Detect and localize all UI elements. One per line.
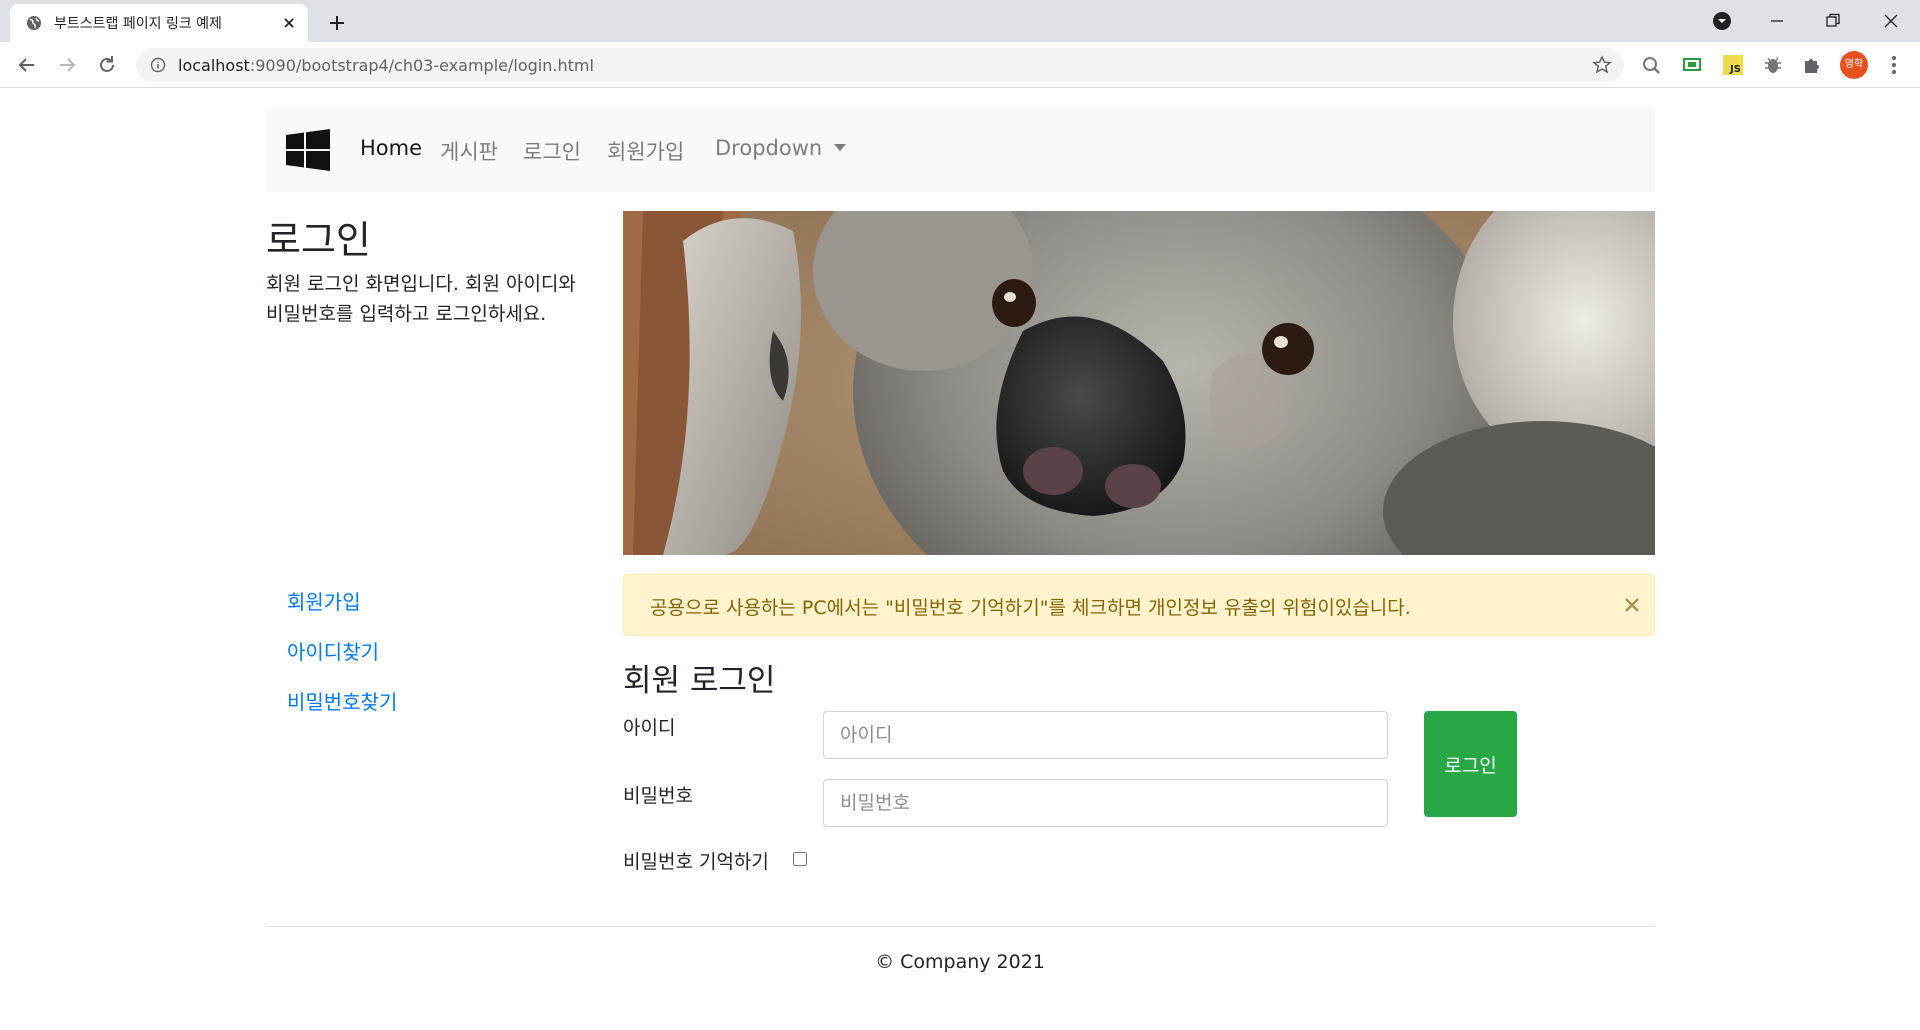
sidebar-link-signup[interactable]: 회원가입 (287, 586, 361, 615)
globe-icon (27, 16, 41, 30)
close-icon[interactable] (1624, 597, 1640, 613)
svg-text:JS: JS (1729, 64, 1741, 75)
new-tab-icon[interactable] (324, 10, 350, 36)
login-form-title: 회원 로그인 (623, 663, 776, 699)
id-input[interactable] (823, 711, 1388, 759)
reload-icon[interactable] (95, 53, 119, 77)
bookmark-star-icon[interactable] (1592, 55, 1612, 75)
url-text: localhost:9090/bootstrap4/ch03-example/l… (178, 56, 594, 75)
restore-icon[interactable] (1820, 8, 1846, 34)
windows-logo-icon[interactable] (286, 129, 330, 171)
tab-title: 부트스트랩 페이지 링크 예제 (54, 16, 222, 32)
remember-password-label: 비밀번호 기억하기 (623, 851, 769, 873)
id-label: 아이디 (623, 717, 676, 739)
password-input[interactable] (823, 779, 1388, 827)
extension-screen-icon[interactable] (1681, 54, 1703, 76)
nav-dropdown[interactable]: Dropdown (715, 136, 847, 160)
navbar: Home 게시판 로그인 회원가입 Dropdown (266, 108, 1655, 192)
browser-tabstrip: 부트스트랩 페이지 링크 예제 (0, 0, 1920, 42)
nav-signup[interactable]: 회원가입 (607, 136, 684, 166)
extension-bug-icon[interactable] (1762, 54, 1784, 76)
nav-home[interactable]: Home (360, 136, 422, 160)
forward-arrow-icon[interactable] (55, 53, 79, 77)
tab-search-icon[interactable] (1709, 8, 1735, 34)
url-host: localhost (178, 56, 250, 75)
koala-hero-image (623, 211, 1655, 555)
browser-menu-icon[interactable] (1882, 53, 1906, 77)
caret-down-icon (834, 144, 847, 151)
extension-js-icon[interactable]: JS (1722, 54, 1744, 76)
footer-divider (266, 926, 1655, 927)
address-bar[interactable]: localhost:9090/bootstrap4/ch03-example/l… (136, 48, 1624, 82)
extensions-puzzle-icon[interactable] (1801, 54, 1823, 76)
site-info-icon[interactable] (150, 57, 166, 73)
minimize-icon[interactable] (1764, 8, 1790, 34)
browser-toolbar: localhost:9090/bootstrap4/ch03-example/l… (0, 42, 1920, 88)
url-path: :9090/bootstrap4/ch03-example/login.html (249, 56, 594, 75)
nav-login[interactable]: 로그인 (523, 136, 581, 166)
profile-avatar[interactable]: 영학 (1840, 51, 1868, 79)
close-window-icon[interactable] (1878, 8, 1904, 34)
login-button[interactable]: 로그인 (1424, 711, 1517, 817)
browser-tab[interactable]: 부트스트랩 페이지 링크 예제 (10, 4, 308, 42)
alert-message: 공용으로 사용하는 PC에서는 "비밀번호 기억하기"를 체크하면 개인정보 유… (650, 597, 1411, 619)
page-description: 회원 로그인 화면입니다. 회원 아이디와 비밀번호를 입력하고 로그인하세요. (266, 273, 576, 325)
sidebar-link-find-password[interactable]: 비밀번호찾기 (287, 686, 397, 715)
extension-magnifier-icon[interactable] (1640, 54, 1662, 76)
sidebar-link-find-id[interactable]: 아이디찾기 (287, 636, 379, 665)
back-arrow-icon[interactable] (15, 53, 39, 77)
page-viewport: Home 게시판 로그인 회원가입 Dropdown 로그인 회원 로그인 화면… (0, 89, 1920, 1030)
password-label: 비밀번호 (623, 785, 693, 807)
remember-password-checkbox[interactable] (793, 852, 807, 866)
close-tab-icon[interactable] (280, 14, 298, 32)
nav-board[interactable]: 게시판 (440, 136, 498, 166)
footer-copyright: © Company 2021 (875, 951, 1045, 973)
page-title: 로그인 (266, 218, 371, 262)
nav-dropdown-label: Dropdown (715, 136, 823, 160)
warning-alert: 공용으로 사용하는 PC에서는 "비밀번호 기억하기"를 체크하면 개인정보 유… (623, 574, 1655, 636)
